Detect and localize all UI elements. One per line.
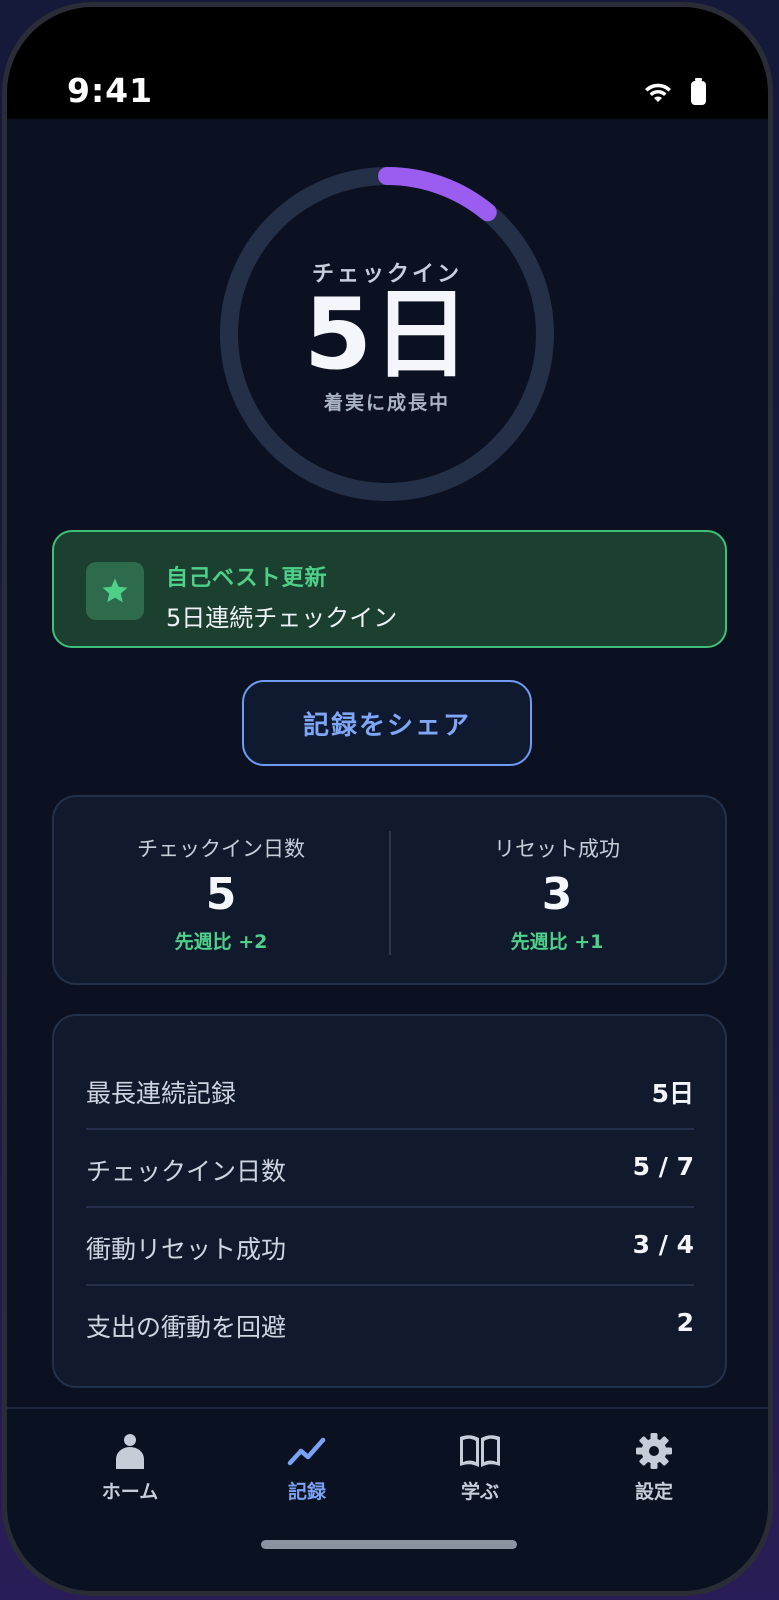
- gear-icon: [636, 1433, 672, 1469]
- stat-label: チェックイン日数: [137, 837, 305, 861]
- wifi-icon: [645, 83, 671, 102]
- progress-ring-text: チェックイン 5日 着実に成長中: [215, 162, 559, 506]
- stat-reset-success: リセット成功 3 先週比 +1: [390, 797, 724, 983]
- app-screen: 9:41 チェックイン 5日 着実に成長中 自己ベスト更新 5日連続チェックイン…: [7, 7, 768, 1591]
- ring-value: 5日: [303, 278, 471, 392]
- status-bar: 9:41: [7, 7, 768, 119]
- stat-delta: 先週比 +1: [510, 931, 604, 953]
- background: 9:41 チェックイン 5日 着実に成長中 自己ベスト更新 5日連続チェックイン…: [0, 0, 779, 1600]
- bottom-nav: ホーム 記録 学ぶ 設定: [7, 1407, 768, 1591]
- nav-item-records[interactable]: 記録: [247, 1431, 367, 1511]
- nav-label: 記録: [287, 1481, 326, 1503]
- status-time: 9:41: [67, 71, 154, 110]
- list-item: チェックイン日数 5 / 7: [86, 1130, 694, 1208]
- detail-label: 支出の衝動を回避: [86, 1313, 287, 1342]
- stat-delta: 先週比 +2: [174, 931, 268, 953]
- stat-value: 5: [205, 869, 237, 920]
- list-item: 支出の衝動を回避 2: [86, 1286, 694, 1364]
- weekly-stats-card: チェックイン日数 5 先週比 +2 リセット成功 3 先週比 +1: [52, 795, 727, 985]
- share-record-button[interactable]: 記録をシェア: [242, 680, 532, 766]
- star-icon: [102, 578, 128, 603]
- star-badge: [86, 562, 144, 620]
- best-record-title: 自己ベスト更新: [166, 566, 328, 591]
- detail-list-card: 最長連続記録 5日 チェックイン日数 5 / 7 衝動リセット成功 3 / 4 …: [52, 1014, 727, 1388]
- nav-label: 学ぶ: [460, 1481, 499, 1503]
- nav-label: ホーム: [101, 1481, 159, 1503]
- nav-item-home[interactable]: ホーム: [70, 1431, 190, 1511]
- best-record-description: 5日連続チェックイン: [166, 604, 398, 632]
- best-record-card: 自己ベスト更新 5日連続チェックイン: [52, 530, 727, 648]
- battery-icon: [691, 78, 706, 105]
- person-icon: [116, 1434, 144, 1469]
- detail-value: 2: [676, 1308, 694, 1337]
- stat-label: リセット成功: [494, 837, 620, 861]
- nav-item-settings[interactable]: 設定: [594, 1431, 714, 1511]
- detail-label: 最長連続記録: [86, 1079, 237, 1108]
- nav-item-learn[interactable]: 学ぶ: [420, 1431, 540, 1511]
- phone-frame: 9:41 チェックイン 5日 着実に成長中 自己ベスト更新 5日連続チェックイン…: [2, 2, 773, 1596]
- book-icon: [460, 1435, 500, 1467]
- stat-checkin-days: チェックイン日数 5 先週比 +2: [54, 797, 388, 983]
- status-icons: [643, 78, 706, 105]
- trend-chart-icon: [287, 1437, 326, 1466]
- list-item: 最長連続記録 5日: [86, 1052, 694, 1130]
- list-item: 衝動リセット成功 3 / 4: [86, 1208, 694, 1286]
- ring-subtitle: 着実に成長中: [323, 392, 450, 414]
- detail-label: 衝動リセット成功: [86, 1235, 287, 1264]
- detail-value: 5 / 7: [632, 1152, 694, 1181]
- detail-value: 3 / 4: [632, 1230, 694, 1259]
- nav-label: 設定: [634, 1481, 673, 1503]
- stat-value: 3: [541, 869, 573, 920]
- detail-label: チェックイン日数: [86, 1157, 287, 1186]
- home-indicator[interactable]: [261, 1540, 517, 1549]
- detail-value: 5日: [651, 1079, 694, 1108]
